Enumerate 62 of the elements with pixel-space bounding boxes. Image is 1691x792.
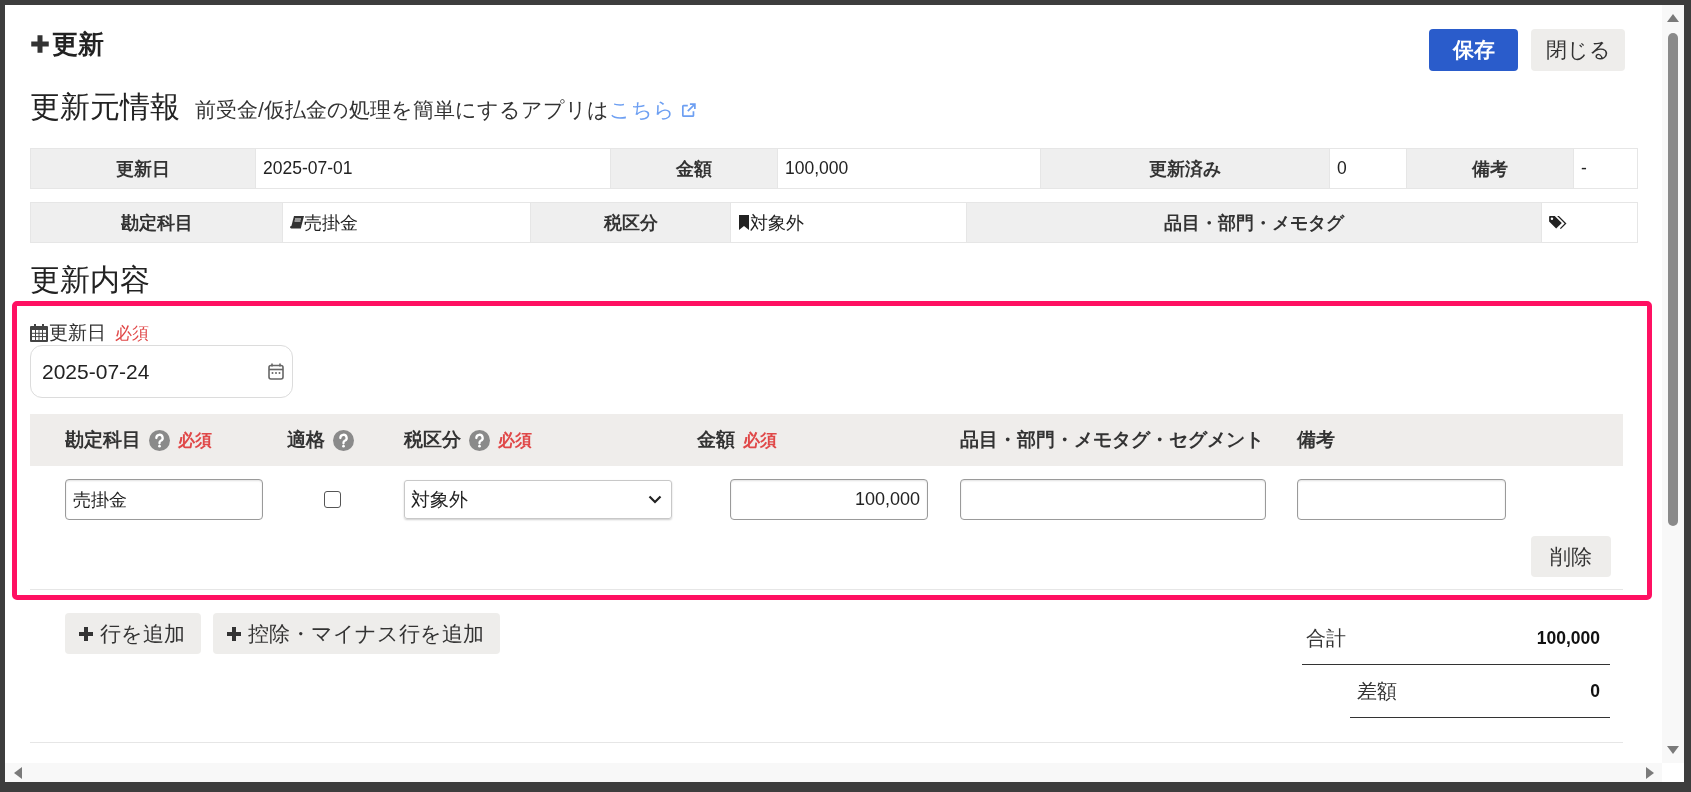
tags-icon bbox=[1549, 215, 1568, 230]
field-label: 備考 bbox=[1407, 149, 1574, 189]
field-value: 0 bbox=[1337, 158, 1347, 179]
scroll-left-arrow-icon[interactable] bbox=[14, 766, 22, 779]
field-label: 税区分 bbox=[531, 203, 731, 243]
close-button[interactable]: 閉じる bbox=[1531, 29, 1625, 71]
plus-icon bbox=[226, 625, 242, 642]
field-label: 更新日 bbox=[31, 149, 256, 189]
total-label: 合計 bbox=[1306, 626, 1346, 651]
scrollbar-thumb[interactable] bbox=[1668, 33, 1678, 526]
help-icon[interactable] bbox=[469, 429, 490, 451]
help-icon[interactable] bbox=[333, 429, 354, 451]
scroll-right-arrow-icon[interactable] bbox=[1646, 766, 1654, 779]
required-tag: 必須 bbox=[178, 428, 212, 452]
plus-icon bbox=[30, 34, 50, 54]
field-label: 更新済み bbox=[1041, 149, 1330, 189]
save-button[interactable]: 保存 bbox=[1429, 29, 1518, 71]
app-note: 前受金/仮払金の処理を簡単にするアプリは こちら bbox=[195, 92, 697, 128]
bookmark-icon bbox=[738, 215, 750, 230]
calendar-icon[interactable] bbox=[268, 363, 284, 380]
section-heading: 更新内容 bbox=[30, 262, 150, 298]
text-field[interactable] bbox=[1297, 479, 1506, 520]
field-value: 売掛金 bbox=[304, 211, 358, 235]
external-link-icon bbox=[679, 102, 697, 119]
plus-icon bbox=[78, 625, 94, 642]
column-header: 適格 bbox=[287, 428, 325, 452]
required-tag: 必須 bbox=[743, 428, 777, 452]
required-tag: 必須 bbox=[115, 321, 149, 345]
text-field[interactable]: 売掛金 bbox=[65, 479, 263, 520]
tax-select[interactable]: 対象外 bbox=[404, 480, 672, 519]
chevron-down-icon bbox=[648, 495, 662, 504]
total-value: 100,000 bbox=[1536, 628, 1600, 649]
checkbox[interactable] bbox=[324, 491, 341, 508]
date-field[interactable]: 2025-07-24 bbox=[30, 345, 293, 398]
field-label: 品目・部門・メモタグ bbox=[967, 203, 1542, 243]
field-label: 金額 bbox=[611, 149, 778, 189]
required-tag: 必須 bbox=[498, 428, 532, 452]
difference-label: 差額 bbox=[1357, 678, 1397, 704]
column-header: 品目・部門・メモタグ・セグメント bbox=[960, 428, 1264, 452]
delete-button[interactable]: 削除 bbox=[1531, 536, 1611, 577]
field-label: 更新日 bbox=[49, 321, 106, 345]
field-value: 対象外 bbox=[750, 211, 804, 235]
field-label: 勘定科目 bbox=[31, 203, 283, 243]
add-deduction-row-button[interactable]: 控除・マイナス行を追加 bbox=[213, 613, 500, 654]
field-value: - bbox=[1581, 158, 1587, 179]
calendar-icon bbox=[30, 324, 48, 342]
scroll-up-arrow-icon[interactable] bbox=[1667, 14, 1679, 22]
column-header: 勘定科目 bbox=[65, 428, 141, 452]
difference-value: 0 bbox=[1590, 680, 1600, 702]
field-value: 2025-07-01 bbox=[263, 158, 353, 179]
column-header: 税区分 bbox=[404, 428, 461, 452]
section-heading: 更新元情報 bbox=[30, 89, 180, 125]
dialog-title: 更新 bbox=[52, 29, 104, 59]
help-icon[interactable] bbox=[149, 429, 170, 451]
add-row-button[interactable]: 行を追加 bbox=[65, 613, 201, 654]
book-icon bbox=[290, 215, 304, 230]
column-header: 金額 bbox=[697, 428, 735, 452]
text-field[interactable] bbox=[960, 479, 1266, 520]
column-header: 備考 bbox=[1297, 428, 1335, 452]
scroll-down-arrow-icon[interactable] bbox=[1667, 746, 1679, 754]
amount-field[interactable]: 100,000 bbox=[730, 479, 928, 520]
field-value: 100,000 bbox=[785, 158, 849, 179]
